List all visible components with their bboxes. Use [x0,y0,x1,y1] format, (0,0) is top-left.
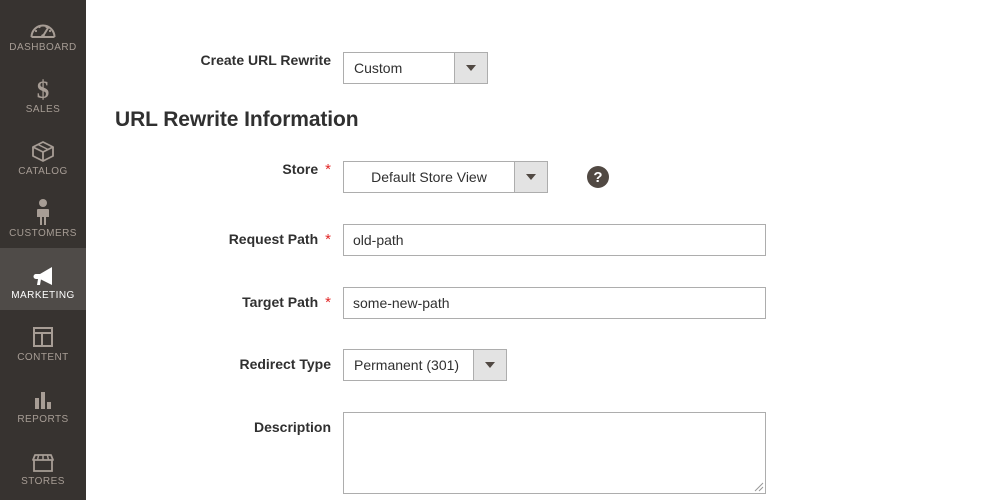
section-title: URL Rewrite Information [115,108,359,132]
sidebar-item-label: DASHBOARD [9,42,76,54]
sidebar-item-customers[interactable]: CUSTOMERS [0,186,86,248]
chevron-down-icon[interactable] [514,162,547,192]
person-icon [28,196,58,226]
redirect-type-label: Redirect Type [86,349,331,373]
store-select[interactable]: Default Store View [343,161,548,193]
store-help-icon[interactable]: ? [587,166,609,188]
sidebar-item-label: MARKETING [11,290,75,302]
label-text: Request Path [229,231,318,248]
create-url-rewrite-select[interactable]: Custom [343,52,488,84]
sidebar-item-label: REPORTS [17,414,68,426]
field-store: Store * Default Store View ? [86,161,786,193]
layout-page-icon [28,320,58,350]
store-value: Default Store View [344,162,514,192]
sidebar-item-marketing[interactable]: MARKETING [0,248,86,310]
storefront-icon [28,444,58,474]
sidebar-item-label: CUSTOMERS [9,228,77,240]
sidebar-item-catalog[interactable]: CATALOG [0,124,86,186]
store-label: Store * [86,161,331,178]
sidebar-item-sales[interactable]: $ SALES [0,62,86,124]
field-description: Description [86,412,806,494]
megaphone-icon [28,258,58,288]
url-rewrite-form: Create URL Rewrite Custom URL Rewrite In… [86,0,1000,500]
box-icon [28,134,58,164]
sidebar-item-label: STORES [21,476,65,488]
target-path-input[interactable] [343,287,766,319]
label-text: Description [254,419,331,435]
create-url-rewrite-value: Custom [344,53,454,83]
label-text: Redirect Type [239,356,331,372]
chevron-down-icon[interactable] [454,53,487,83]
required-indicator: * [325,294,331,311]
request-path-label: Request Path * [86,224,331,248]
description-textarea[interactable] [343,412,766,494]
description-label: Description [86,412,331,436]
redirect-type-select[interactable]: Permanent (301) [343,349,507,381]
help-icon-glyph: ? [593,170,602,185]
redirect-type-value: Permanent (301) [344,350,473,380]
sidebar-item-label: CONTENT [17,352,68,364]
sidebar-item-content[interactable]: CONTENT [0,310,86,372]
target-path-label: Target Path * [86,287,331,311]
sidebar-item-stores[interactable]: STORES [0,434,86,496]
bar-chart-icon [28,382,58,412]
chevron-down-icon[interactable] [473,350,506,380]
sidebar-item-reports[interactable]: REPORTS [0,372,86,434]
create-url-rewrite-label: Create URL Rewrite [86,52,331,69]
sidebar-item-label: SALES [26,104,61,116]
sidebar-item-dashboard[interactable]: DASHBOARD [0,0,86,62]
field-target-path: Target Path * [86,287,806,319]
label-text: Create URL Rewrite [201,52,331,68]
field-redirect-type: Redirect Type Permanent (301) [86,349,746,381]
admin-sidebar: DASHBOARD $ SALES CATALOG [0,0,86,500]
field-create-url-rewrite: Create URL Rewrite Custom [86,52,746,84]
required-indicator: * [325,231,331,248]
field-request-path: Request Path * [86,224,806,256]
svg-text:$: $ [37,77,50,102]
dollar-sign-icon: $ [28,72,58,102]
required-indicator: * [325,161,331,178]
description-wrapper [343,412,766,494]
label-text: Store [282,161,318,178]
request-path-input[interactable] [343,224,766,256]
admin-page: DASHBOARD $ SALES CATALOG [0,0,1000,500]
sidebar-item-label: CATALOG [18,166,67,178]
label-text: Target Path [242,294,318,311]
dashboard-gauge-icon [28,10,58,40]
